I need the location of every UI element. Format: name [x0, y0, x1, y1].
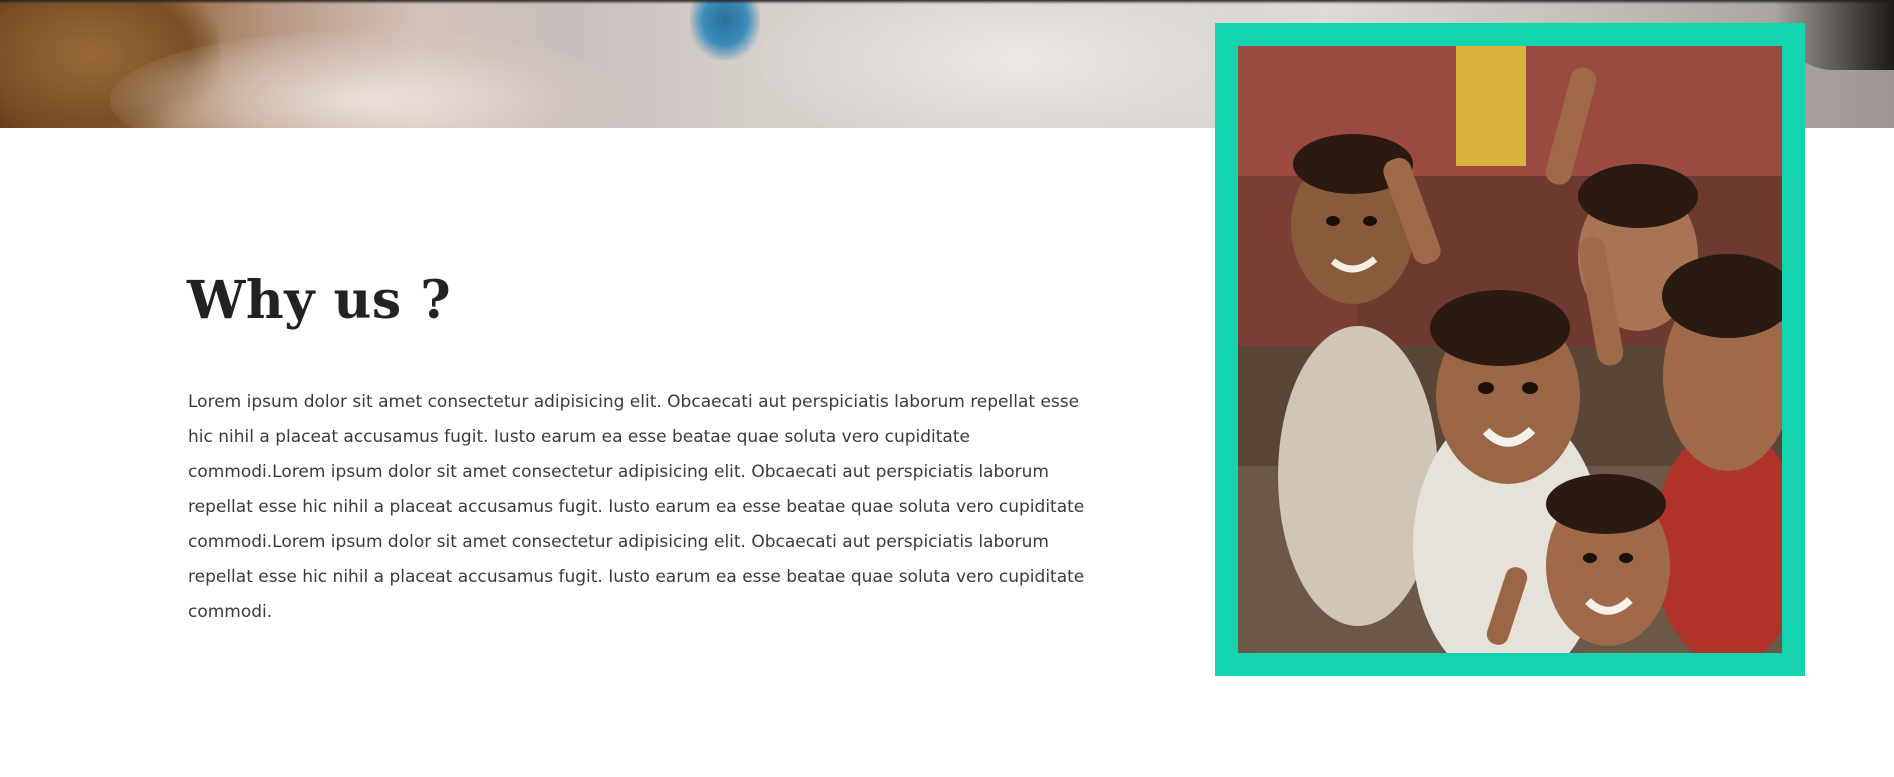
hero-blur-blue [690, 0, 760, 60]
children-photo [1238, 46, 1782, 653]
photo-frame [1215, 23, 1805, 676]
section-body-text: Lorem ipsum dolor sit amet consectetur a… [188, 392, 1085, 622]
hero-top-shadow [0, 0, 1894, 4]
hero-blur-right [760, 0, 1280, 128]
children-photo-illustration [1238, 46, 1782, 653]
section-title: Why us ? [187, 270, 452, 331]
